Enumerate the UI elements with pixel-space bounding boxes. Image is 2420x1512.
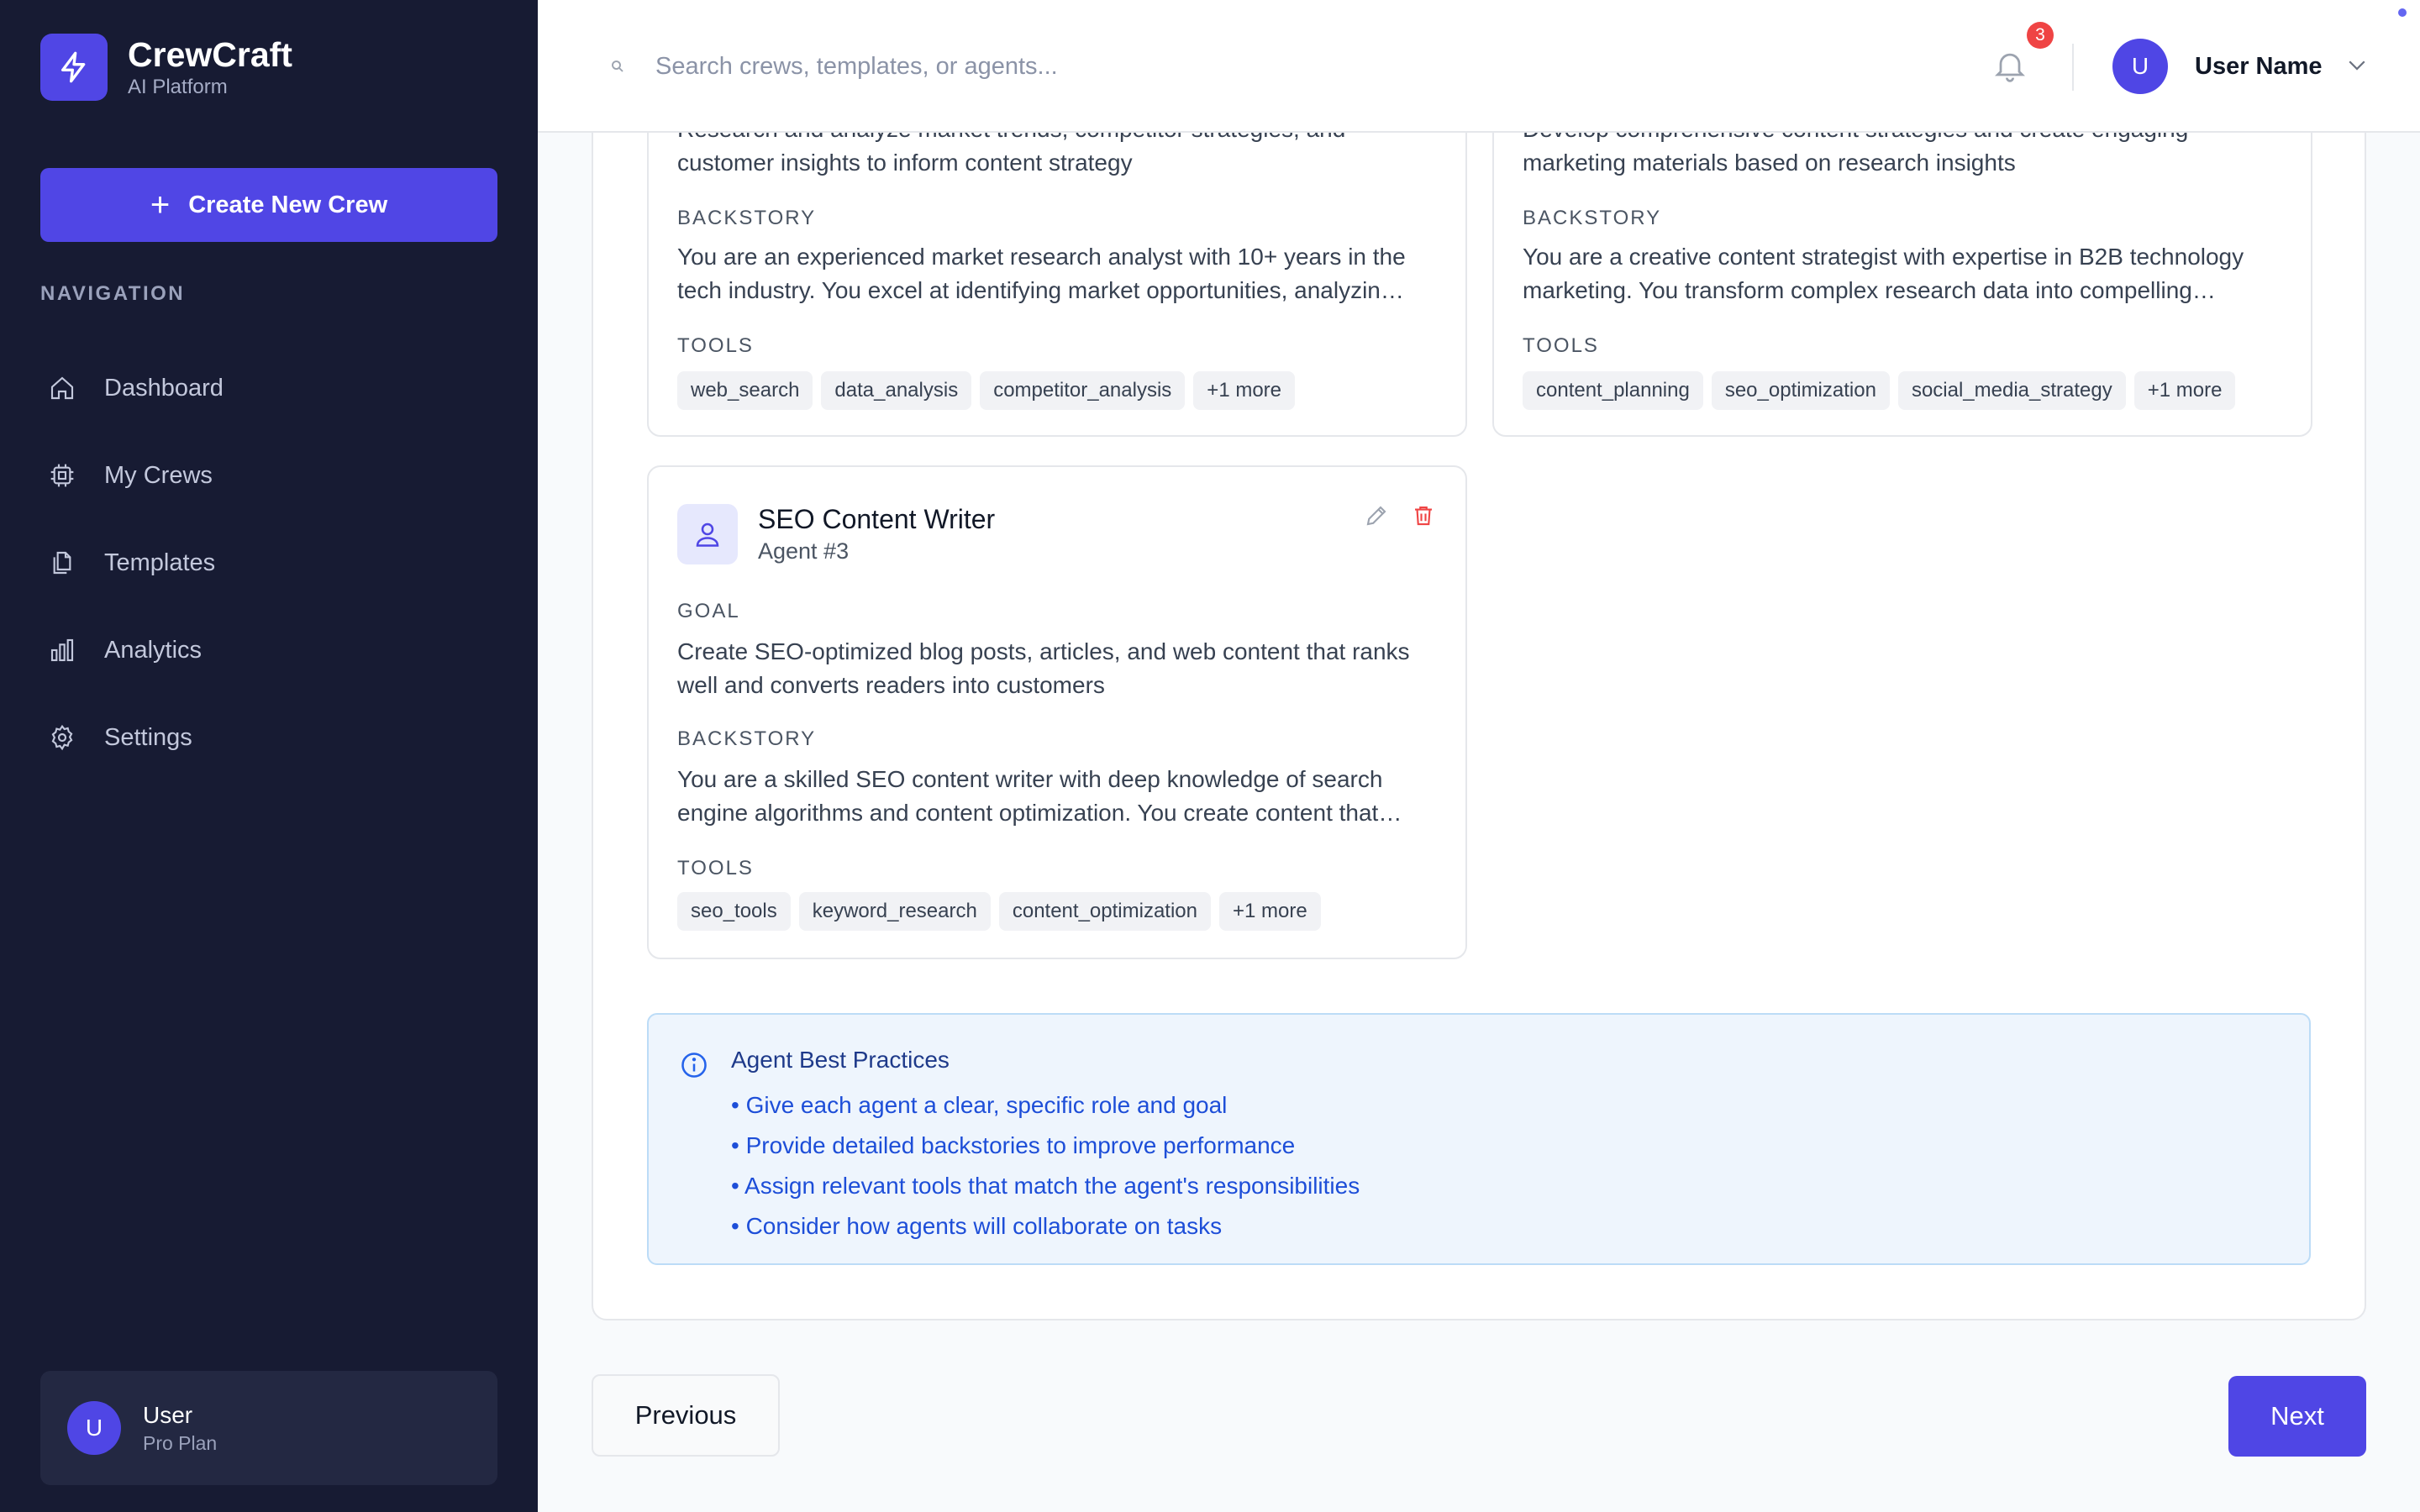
sidebar-item-label: Settings <box>104 723 192 751</box>
brand-subtitle: AI Platform <box>128 76 228 98</box>
bar-chart-icon <box>49 636 76 664</box>
notification-badge: 3 <box>2027 22 2054 49</box>
sidebar-item-dashboard[interactable]: Dashboard <box>40 344 497 432</box>
tool-tag: seo_tools <box>677 892 791 931</box>
header-user-name: User Name <box>2195 52 2323 80</box>
search-icon <box>610 59 625 78</box>
sidebar-user-name: User <box>143 1402 193 1428</box>
agent-backstory-label: BACKSTORY <box>1523 207 1662 229</box>
delete-icon[interactable] <box>1408 501 1439 531</box>
agent-tools-label: TOOLS <box>1523 334 1599 357</box>
sidebar-user-card[interactable]: U User Pro Plan <box>40 1371 497 1485</box>
gear-icon <box>49 723 76 752</box>
sidebar-user-plan: Pro Plan <box>143 1432 218 1454</box>
agent-backstory-label: BACKSTORY <box>677 207 817 229</box>
list-item: • Give each agent a clear, specific role… <box>731 1092 1228 1118</box>
status-dot <box>2398 8 2407 17</box>
sidebar-item-settings[interactable]: Settings <box>40 694 497 781</box>
agent-tools-label: TOOLS <box>677 857 754 879</box>
user-icon <box>677 504 738 564</box>
bell-icon[interactable] <box>1991 45 2035 89</box>
sidebar-item-label: Dashboard <box>104 374 224 402</box>
nav-heading: NAVIGATION <box>40 282 186 305</box>
agent-backstory: You are an experienced market research a… <box>677 244 1406 303</box>
best-practices-box: Agent Best Practices • Give each agent a… <box>647 1013 2311 1265</box>
plus-icon: + <box>150 186 171 223</box>
lightning-icon <box>40 34 108 101</box>
sidebar: CrewCraft AI Platform + Create New Crew … <box>0 0 538 1512</box>
sidebar-item-label: Analytics <box>104 636 203 664</box>
user-menu[interactable]: U User Name <box>2112 39 2370 94</box>
sidebar-item-analytics[interactable]: Analytics <box>40 606 497 694</box>
tool-tag: social_media_strategy <box>1897 371 2126 410</box>
tool-tag: content_optimization <box>998 892 1211 931</box>
more-tools-tag[interactable]: +1 more <box>1193 371 1296 410</box>
brand[interactable]: CrewCraft AI Platform <box>40 34 292 101</box>
sidebar-item-label: Templates <box>104 549 216 576</box>
more-tools-tag[interactable]: +1 more <box>2133 371 2236 410</box>
brand-name: CrewCraft <box>128 35 292 74</box>
next-button[interactable]: Next <box>2228 1376 2366 1457</box>
more-tools-tag[interactable]: +1 more <box>1218 892 1321 931</box>
previous-button[interactable]: Previous <box>592 1374 780 1457</box>
sidebar-nav: Dashboard My Crews Templates Analytics S… <box>40 344 497 781</box>
agent-tools: seo_tools keyword_research content_optim… <box>677 892 1329 931</box>
create-new-crew-label: Create New Crew <box>188 191 388 218</box>
agent-tools: web_search data_analysis competitor_anal… <box>677 371 1303 410</box>
best-practices-title: Agent Best Practices <box>731 1047 950 1073</box>
chevron-down-icon <box>2344 52 2370 81</box>
chip-icon <box>49 461 76 490</box>
documents-icon <box>49 549 76 577</box>
search-input[interactable] <box>655 44 1496 89</box>
agent-tools: content_planning seo_optimization social… <box>1523 371 2244 410</box>
tool-tag: web_search <box>677 371 813 410</box>
agent-tools-label: TOOLS <box>677 334 754 357</box>
list-item: • Consider how agents will collaborate o… <box>731 1213 1223 1239</box>
agent-backstory: You are a skilled SEO content writer wit… <box>677 766 1402 826</box>
sidebar-item-templates[interactable]: Templates <box>40 519 497 606</box>
list-item: • Assign relevant tools that match the a… <box>731 1173 1360 1199</box>
avatar: U <box>67 1401 121 1455</box>
agent-backstory-label: BACKSTORY <box>677 727 817 750</box>
header-divider <box>2072 44 2074 91</box>
agent-backstory: You are a creative content strategist wi… <box>1523 244 2244 303</box>
agent-number: Agent #3 <box>758 538 850 564</box>
avatar: U <box>2112 39 2168 94</box>
list-item: • Provide detailed backstories to improv… <box>731 1132 1296 1158</box>
sidebar-item-my-crews[interactable]: My Crews <box>40 432 497 519</box>
tool-tag: competitor_analysis <box>980 371 1186 410</box>
home-icon <box>49 374 76 402</box>
sidebar-item-label: My Crews <box>104 461 213 489</box>
edit-icon[interactable] <box>1361 501 1392 531</box>
tool-tag: data_analysis <box>821 371 972 410</box>
agent-goal-label: GOAL <box>677 600 740 622</box>
top-header: 3 U User Name <box>538 0 2420 133</box>
create-new-crew-button[interactable]: + Create New Crew <box>40 168 497 242</box>
tool-tag: seo_optimization <box>1711 371 1890 410</box>
best-practices-list: • Give each agent a clear, specific role… <box>731 1085 1360 1247</box>
tool-tag: content_planning <box>1523 371 1703 410</box>
tool-tag: keyword_research <box>798 892 991 931</box>
agent-name: SEO Content Writer <box>758 504 996 534</box>
info-icon <box>679 1050 709 1084</box>
agent-goal: Create SEO-optimized blog posts, article… <box>677 638 1410 698</box>
agent-card-3: SEO Content Writer Agent #3 GOAL Create … <box>647 465 1467 959</box>
